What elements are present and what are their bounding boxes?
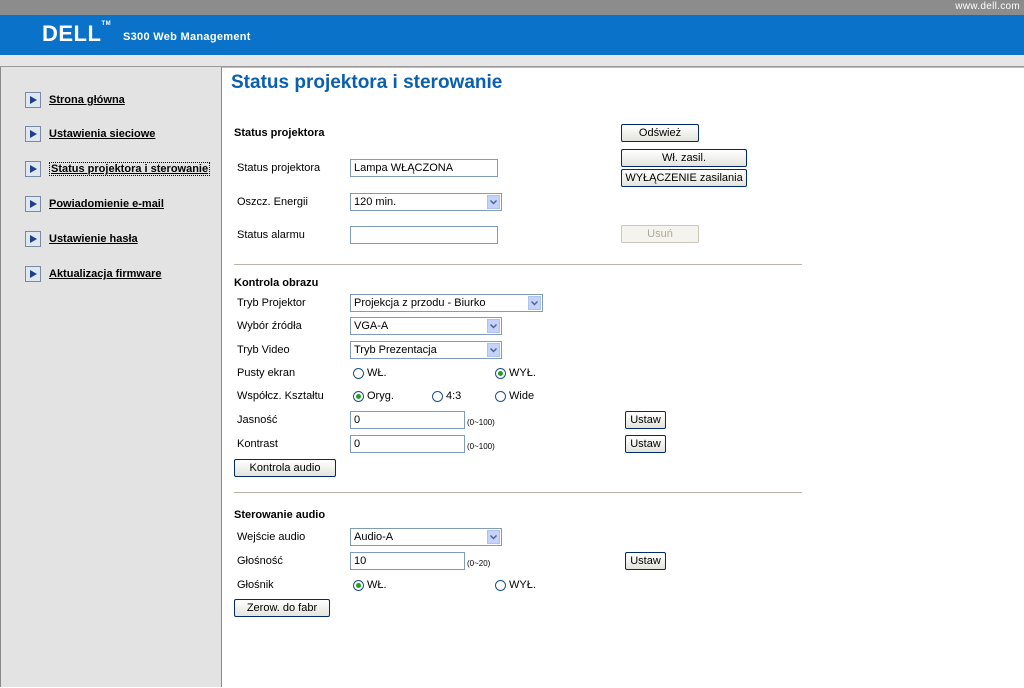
chevron-down-icon: [487, 195, 500, 209]
aspect-4-3-radio[interactable]: 4:3: [432, 390, 461, 402]
speaker-label: Głośnik: [237, 579, 274, 591]
sidebar-item-network[interactable]: Ustawienia sieciowe: [25, 126, 155, 142]
radio-label: WŁ.: [367, 579, 387, 591]
source-value: VGA-A: [354, 320, 389, 332]
top-strip: www.dell.com: [0, 0, 1024, 15]
divider: [234, 264, 802, 265]
aspect-original-radio[interactable]: Oryg.: [353, 390, 394, 402]
sidebar-item-label[interactable]: Strona główna: [49, 94, 125, 106]
sidebar-item-label[interactable]: Status projektora i sterowanie: [49, 162, 211, 176]
energy-saving-label: Oszcz. Energii: [237, 196, 308, 208]
contrast-label: Kontrast: [237, 438, 278, 450]
chevron-down-icon: [487, 343, 500, 357]
divider: [234, 492, 802, 493]
radio-selected-icon: [353, 390, 364, 402]
volume-label: Głośność: [237, 555, 283, 567]
radio-label: WYŁ.: [509, 579, 536, 591]
chevron-down-icon: [528, 296, 541, 310]
radio-label: Wide: [509, 390, 535, 402]
arrow-right-icon: [25, 231, 41, 247]
source-label: Wybór źródła: [237, 320, 302, 332]
dell-logo: DELLTM: [42, 21, 112, 46]
radio-selected-icon: [495, 367, 506, 379]
sidebar-item-label[interactable]: Ustawienia sieciowe: [49, 128, 155, 140]
arrow-right-icon: [25, 196, 41, 212]
projector-mode-label: Tryb Projektor: [237, 297, 306, 309]
blank-screen-off-radio[interactable]: WYŁ.: [495, 367, 536, 379]
chevron-down-icon: [487, 319, 500, 333]
projector-mode-select[interactable]: Projekcja z przodu - Biurko: [350, 294, 543, 312]
alarm-status-field[interactable]: [350, 226, 498, 244]
speaker-on-radio[interactable]: WŁ.: [353, 579, 387, 591]
radio-label: 4:3: [446, 390, 462, 402]
sidebar-item-label[interactable]: Ustawienie hasła: [49, 233, 138, 245]
audio-control-button[interactable]: Kontrola audio: [234, 459, 336, 477]
section-image-control: Kontrola obrazu: [234, 277, 319, 289]
radio-label: WŁ.: [367, 367, 387, 379]
delete-alarm-button[interactable]: Usuń: [621, 225, 699, 243]
sidebar-item-email[interactable]: Powiadomienie e-mail: [25, 196, 164, 212]
arrow-right-icon: [25, 266, 41, 282]
radio-label: Oryg.: [367, 390, 394, 402]
source-select[interactable]: VGA-A: [350, 317, 502, 335]
chevron-down-icon: [487, 530, 500, 544]
sidebar-item-password[interactable]: Ustawienie hasła: [25, 231, 138, 247]
energy-saving-select[interactable]: 120 min.: [350, 193, 502, 211]
aspect-ratio-label: Współcz. Kształtu: [237, 390, 324, 402]
radio-circle-icon: [495, 390, 506, 402]
audio-input-label: Wejście audio: [237, 531, 306, 543]
audio-input-select[interactable]: Audio-A: [350, 528, 502, 546]
audio-input-value: Audio-A: [354, 531, 394, 543]
sidebar-item-status-control[interactable]: Status projektora i sterowanie: [25, 161, 211, 177]
refresh-button[interactable]: Odśwież: [621, 124, 699, 142]
header-bar: DELLTM S300 Web Management: [0, 15, 1024, 55]
brightness-range: (0~100): [467, 418, 495, 427]
radio-circle-icon: [495, 579, 506, 591]
arrow-right-icon: [25, 126, 41, 142]
power-on-button[interactable]: Wł. zasil.: [621, 149, 747, 167]
sidebar-item-label[interactable]: Aktualizacja firmware: [49, 268, 162, 280]
section-audio-control: Sterowanie audio: [234, 509, 326, 521]
alarm-status-label: Status alarmu: [237, 229, 305, 241]
radio-selected-icon: [353, 579, 364, 591]
page-title: Status projektora i sterowanie: [231, 72, 503, 93]
power-off-button[interactable]: WYŁĄCZENIE zasilania: [621, 169, 747, 187]
aspect-wide-radio[interactable]: Wide: [495, 390, 534, 402]
blank-screen-on-radio[interactable]: WŁ.: [353, 367, 387, 379]
header-band: [0, 55, 1024, 67]
projector-mode-value: Projekcja z przodu - Biurko: [354, 297, 486, 309]
speaker-off-radio[interactable]: WYŁ.: [495, 579, 536, 591]
volume-set-button[interactable]: Ustaw: [625, 552, 666, 570]
projector-status-field[interactable]: Lampa WŁĄCZONA: [350, 159, 498, 177]
radio-circle-icon: [432, 390, 443, 402]
contrast-range: (0~100): [467, 442, 495, 451]
volume-range: (0~20): [467, 559, 491, 568]
blank-screen-label: Pusty ekran: [237, 367, 296, 379]
product-title: S300 Web Management: [123, 31, 251, 43]
sidebar-item-home[interactable]: Strona główna: [25, 92, 125, 108]
contrast-set-button[interactable]: Ustaw: [625, 435, 666, 453]
arrow-right-icon: [25, 92, 41, 108]
brightness-set-button[interactable]: Ustaw: [625, 411, 666, 429]
energy-saving-value: 120 min.: [354, 196, 397, 208]
brightness-label: Jasność: [237, 414, 278, 426]
dell-url: www.dell.com: [955, 1, 1020, 12]
sidebar-item-firmware[interactable]: Aktualizacja firmware: [25, 266, 162, 282]
brightness-field[interactable]: 0: [350, 411, 465, 429]
sidebar: Strona główna Ustawienia sieciowe Status…: [0, 67, 222, 687]
radio-circle-icon: [353, 367, 364, 379]
contrast-field[interactable]: 0: [350, 435, 465, 453]
video-mode-label: Tryb Video: [237, 344, 290, 356]
video-mode-value: Tryb Prezentacja: [354, 344, 437, 356]
video-mode-select[interactable]: Tryb Prezentacja: [350, 341, 502, 359]
arrow-right-icon: [25, 161, 41, 177]
radio-label: WYŁ.: [509, 367, 536, 379]
volume-field[interactable]: 10: [350, 552, 465, 570]
section-projector-status: Status projektora: [234, 127, 325, 139]
sidebar-item-label[interactable]: Powiadomienie e-mail: [49, 198, 164, 210]
projector-status-label: Status projektora: [237, 162, 321, 174]
factory-reset-button[interactable]: Zerow. do fabr: [234, 599, 330, 617]
